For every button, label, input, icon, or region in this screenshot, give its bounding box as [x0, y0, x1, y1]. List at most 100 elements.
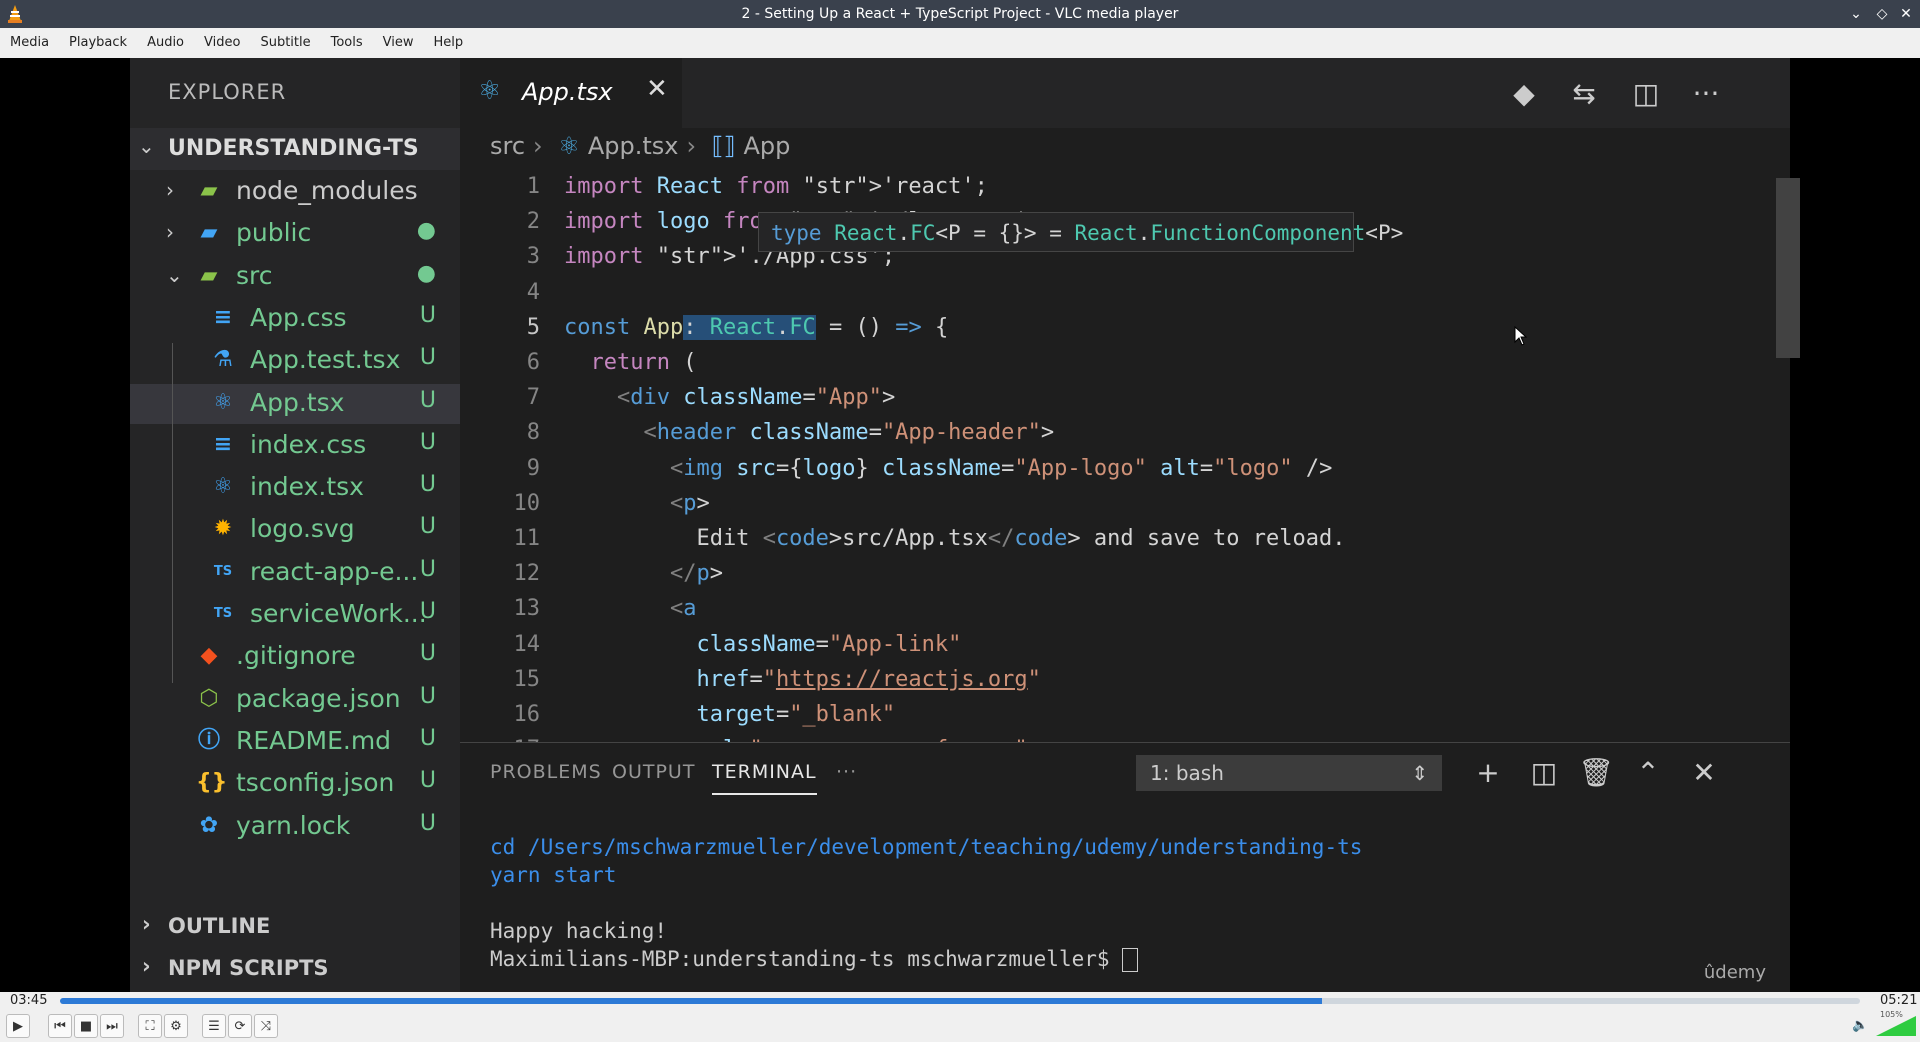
- loop-button[interactable]: ⟳: [228, 1014, 252, 1038]
- editor-scrollbar: [1776, 178, 1800, 358]
- yarn-icon: ✿: [199, 812, 219, 838]
- file-name: .gitignore: [236, 641, 356, 671]
- compare-changes-icon: ⇆: [1572, 77, 1596, 110]
- git-status: ●: [416, 260, 436, 286]
- git-status: ●: [416, 218, 436, 244]
- file-name: README.md: [236, 725, 392, 755]
- file-tree-item: › ▰ public ●: [130, 214, 460, 254]
- menu-bar: Media Playback Audio Video Subtitle Tools View…: [0, 28, 1920, 59]
- file-tree-item: ≡ App.css U: [130, 299, 460, 339]
- git-status: U: [419, 514, 436, 540]
- bottom-panel: PROBLEMS OUTPUT TERMINAL ··· 1: bash ⇕ +…: [460, 742, 1790, 992]
- line-number: 9: [526, 455, 540, 481]
- close-icon: ✕: [646, 74, 668, 104]
- file-name: index.css: [250, 429, 367, 459]
- window-title: 2 - Setting Up a React + TypeScript Proj…: [741, 6, 1179, 22]
- menu-help[interactable]: Help: [424, 28, 474, 58]
- video-area[interactable]: EXPLORER ⌄ UNDERSTANDING-TS › ▰ node_modul…: [0, 58, 1920, 992]
- file-name: App.css: [250, 302, 347, 332]
- file-tree-item: ⌄ ▰ src ●: [130, 257, 460, 297]
- file-tree-item: ⓘ README.md U: [130, 722, 460, 762]
- line-number: 15: [513, 666, 541, 692]
- seek-slider[interactable]: [60, 998, 1860, 1004]
- chevron-up-icon: ⌃: [1636, 756, 1660, 789]
- chevron-right-icon: ›: [142, 954, 151, 978]
- file-name: App.test.tsx: [250, 345, 401, 375]
- file-name: node_modules: [236, 176, 418, 205]
- terminal-select: 1: bash ⇕: [1136, 755, 1442, 791]
- menu-view[interactable]: View: [373, 28, 424, 58]
- menu-video[interactable]: Video: [194, 28, 250, 58]
- split-editor-icon: ◫: [1632, 77, 1660, 110]
- git-status: U: [419, 302, 436, 328]
- code-line: </p>: [669, 561, 723, 587]
- npm-scripts-label: NPM SCRIPTS: [168, 956, 329, 980]
- git-status: U: [419, 810, 436, 836]
- chevron-right-icon: ›: [686, 132, 697, 160]
- chevron-down-icon: ⌄: [138, 134, 155, 158]
- seek-row: 03:45 05:21: [0, 992, 1920, 1010]
- minimize-button[interactable]: ⌄: [1846, 4, 1866, 24]
- folder-public-icon: ▰: [200, 220, 218, 246]
- project-root: ⌄ UNDERSTANDING-TS: [130, 128, 460, 170]
- mouse-cursor-icon: [1514, 326, 1528, 346]
- stop-button[interactable]: ■: [74, 1014, 98, 1038]
- chevron-right-icon: ›: [166, 220, 174, 245]
- menu-playback[interactable]: Playback: [59, 28, 137, 58]
- menu-media[interactable]: Media: [0, 28, 59, 58]
- control-bar: ▶ ⏮ ■ ⏭ ⛶ ⚙ ☰ ⟳ ⤨ 🔈 105%: [0, 1010, 1920, 1042]
- volume-slider[interactable]: [1876, 1016, 1916, 1036]
- playlist-button[interactable]: ☰: [202, 1014, 226, 1038]
- code-line: <header className="App-header">: [643, 420, 1055, 446]
- previous-button[interactable]: ⏮: [48, 1014, 72, 1038]
- explorer-sidebar: EXPLORER ⌄ UNDERSTANDING-TS › ▰ node_modul…: [130, 58, 460, 992]
- git-status: U: [419, 556, 436, 582]
- select-arrows-icon: ⇕: [1411, 761, 1428, 785]
- line-number: 12: [513, 561, 541, 587]
- elapsed-time: 03:45: [10, 993, 48, 1008]
- git-icon: ◆: [1513, 77, 1535, 110]
- line-number: 1: [526, 174, 540, 199]
- shuffle-button[interactable]: ⤨: [254, 1014, 278, 1038]
- play-button[interactable]: ▶: [6, 1014, 30, 1038]
- terminal-cursor: [1122, 948, 1139, 972]
- menu-subtitle[interactable]: Subtitle: [250, 28, 320, 58]
- react-icon: ⚛: [478, 76, 502, 106]
- editor: ⚛ App.tsx ✕ ◆ ⇆ ◫ ··· src › ⚛ App.tsx › ⟦⟧ A…: [460, 58, 1800, 742]
- code-line: <img src={logo} className="App-logo" alt…: [669, 455, 1333, 481]
- menu-audio[interactable]: Audio: [137, 28, 194, 58]
- code-line: target="_blank": [696, 702, 896, 727]
- code-line: <div className="App">: [616, 385, 896, 411]
- folder-node-icon: ▰: [200, 178, 218, 203]
- trash-icon: 🗑: [1578, 756, 1614, 789]
- menu-tools[interactable]: Tools: [321, 28, 373, 58]
- line-number: 5: [526, 314, 540, 340]
- info-icon: ⓘ: [197, 727, 220, 753]
- close-button[interactable]: ✕: [1896, 4, 1916, 24]
- file-name: logo.svg: [250, 514, 355, 544]
- line-number: 6: [526, 350, 540, 375]
- maximize-button[interactable]: ◇: [1872, 4, 1892, 24]
- next-button[interactable]: ⏭: [100, 1014, 124, 1038]
- chevron-down-icon: ⌄: [166, 262, 183, 287]
- explorer-header: EXPLORER: [168, 80, 287, 104]
- terminal-line-2: yarn start: [490, 863, 617, 887]
- line-number: 8: [526, 420, 540, 446]
- extended-settings-button[interactable]: ⚙: [164, 1014, 188, 1038]
- line-number: 4: [526, 279, 540, 305]
- terminal-line-1: cd /Users/mschwarzmueller/development/te…: [490, 835, 1363, 859]
- fullscreen-button[interactable]: ⛶: [138, 1014, 162, 1038]
- line-number: 2: [526, 209, 540, 235]
- split-terminal-icon: ◫: [1530, 756, 1558, 789]
- udemy-watermark: ûdemy: [1703, 962, 1766, 983]
- chevron-right-icon: ›: [533, 132, 543, 160]
- css-icon: ≡: [213, 304, 233, 330]
- file-tree-item: › ▰ node_modules: [130, 172, 460, 212]
- file-name: yarn.lock: [236, 810, 351, 840]
- file-name: package.json: [236, 683, 401, 713]
- file-name: tsconfig.json: [236, 768, 395, 798]
- tab-label: App.tsx: [522, 78, 613, 106]
- more-actions-icon: ···: [1692, 77, 1720, 110]
- breadcrumb-symbol: App: [743, 132, 791, 160]
- more-tabs-icon: ···: [836, 761, 858, 783]
